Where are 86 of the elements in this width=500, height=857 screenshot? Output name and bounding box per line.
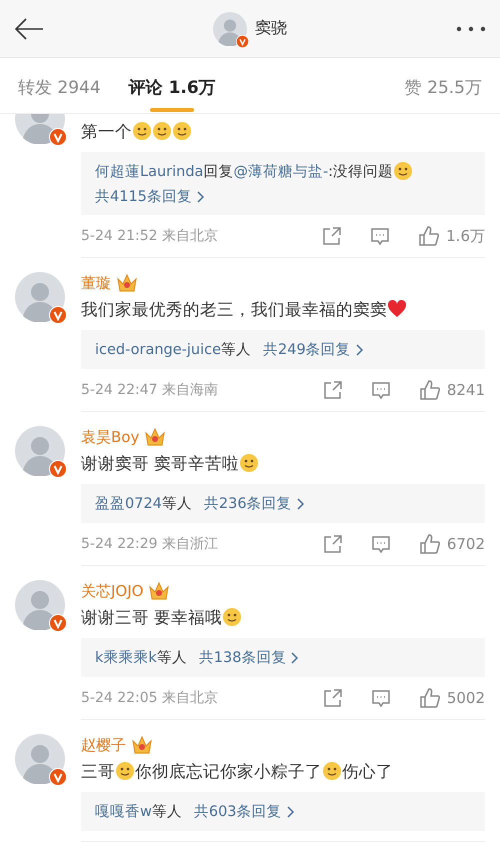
back-arrow-icon[interactable] <box>14 18 44 40</box>
emoji-icon <box>152 121 172 141</box>
comment-meta: 5-24 21:52 来自北京 <box>81 227 218 245</box>
reply-count-link[interactable]: 共138条回复 <box>198 648 298 667</box>
heart-icon <box>387 300 407 318</box>
reply-preview-box[interactable]: 何超蓮Laurinda回复@薄荷糖与盐-:没得问题 共4115条回复 <box>81 152 485 215</box>
user-link[interactable]: @薄荷糖与盐- <box>233 162 328 180</box>
comment-text: 等人 <box>152 803 182 821</box>
comment-text: 三哥 你彻底忘记你家小粽子了 伤心了 <box>81 760 394 783</box>
tab[interactable]: 评论 1.6万 <box>128 64 216 113</box>
emoji-icon <box>322 761 342 781</box>
verified-badge-icon <box>49 460 67 478</box>
comment-icon[interactable] <box>370 380 391 400</box>
like-count: 8241 <box>446 381 485 399</box>
emoji-icon <box>393 161 414 181</box>
like-count: 6702 <box>446 535 485 553</box>
like-icon[interactable] <box>418 379 441 401</box>
chevron-right-icon <box>296 498 304 510</box>
comment-text: 谢谢三哥 要幸福哦 <box>81 606 485 630</box>
reply-count-link[interactable]: 共236条回复 <box>204 494 304 513</box>
avatar[interactable] <box>15 426 65 476</box>
share-icon[interactable] <box>322 226 342 246</box>
emoji-icon <box>222 607 242 627</box>
chevron-right-icon <box>354 344 363 356</box>
like-icon[interactable] <box>418 225 440 247</box>
crown-icon <box>116 273 138 293</box>
reply-preview-box[interactable]: 嘎嘎香w等人 共603条回复 <box>81 792 485 831</box>
header-title: 窦骁 <box>255 18 287 39</box>
comment-text: 等人 <box>156 649 187 667</box>
like-count: 5002 <box>446 689 485 707</box>
comment-meta: 5-24 22:47 来自海南 <box>81 381 218 399</box>
reply-preview-box[interactable]: 盈盈0724等人 共236条回复 <box>81 484 485 523</box>
reply-preview-box[interactable]: k乘乘乘k等人 共138条回复 <box>81 638 485 677</box>
tab[interactable]: 赞 25.5万 <box>404 64 482 113</box>
comment-icon[interactable] <box>370 226 390 246</box>
crown-icon <box>144 427 166 447</box>
verified-badge-icon <box>49 128 67 146</box>
verified-badge-icon <box>49 614 67 632</box>
reply-count-link[interactable]: 共4115条回复 <box>95 187 204 206</box>
user-link[interactable]: 盈盈0724 <box>95 494 162 513</box>
comment-text: 等人 <box>162 495 192 513</box>
comment-icon[interactable] <box>370 688 391 708</box>
user-name[interactable]: 关芯JOJO <box>81 582 144 600</box>
avatar[interactable] <box>15 580 65 630</box>
verified-badge-icon <box>49 768 67 786</box>
more-icon[interactable] <box>456 26 486 32</box>
avatar[interactable] <box>213 12 247 46</box>
verified-badge-icon <box>236 34 249 48</box>
chevron-right-icon <box>286 806 294 818</box>
reply-count-link[interactable]: 共603条回复 <box>194 802 294 821</box>
like-icon[interactable] <box>418 533 441 555</box>
comment-text: 回复 <box>203 162 234 180</box>
tab[interactable]: 转发 2944 <box>18 64 101 113</box>
comment-meta: 5-24 22:05 来自北京 <box>81 689 218 707</box>
comment-icon[interactable] <box>370 534 391 554</box>
user-name[interactable]: 赵樱子 <box>81 736 126 754</box>
comment-text: :没得问题 <box>328 162 394 180</box>
emoji-icon <box>115 761 135 781</box>
share-icon[interactable] <box>322 534 343 554</box>
crown-icon <box>131 735 153 755</box>
emoji-icon <box>239 453 260 473</box>
user-name[interactable]: 袁昊Boy <box>81 428 140 446</box>
user-name[interactable]: 董璇 <box>81 274 111 292</box>
comment-text: 等人 <box>221 341 252 359</box>
user-link[interactable]: k乘乘乘k <box>95 648 157 667</box>
comment-meta: 5-24 22:29 来自浙江 <box>81 535 218 553</box>
avatar[interactable] <box>15 734 65 784</box>
reply-preview-box[interactable]: iced-orange-juice等人 共249条回复 <box>81 330 485 369</box>
chevron-right-icon <box>290 652 298 664</box>
share-icon[interactable] <box>322 688 343 708</box>
crown-icon <box>148 581 170 601</box>
emoji-icon <box>172 121 192 141</box>
like-count: 1.6万 <box>446 226 485 246</box>
verified-badge-icon <box>49 306 67 324</box>
user-link[interactable]: 何超蓮Laurinda <box>95 162 204 180</box>
chevron-right-icon <box>196 190 204 202</box>
comment-text: 第一个 <box>81 120 485 144</box>
user-link[interactable]: iced-orange-juice <box>95 342 222 358</box>
user-link[interactable]: 嘎嘎香w <box>95 802 152 821</box>
share-icon[interactable] <box>322 380 343 400</box>
reply-count-link[interactable]: 共249条回复 <box>263 340 363 359</box>
emoji-icon <box>132 121 152 141</box>
like-icon[interactable] <box>418 687 441 709</box>
comment-text: 我们家最优秀的老三，我们最幸福的窦窦 <box>81 298 485 322</box>
avatar[interactable] <box>15 272 65 322</box>
comment-text: 谢谢窦哥 窦哥辛苦啦 <box>81 452 485 476</box>
